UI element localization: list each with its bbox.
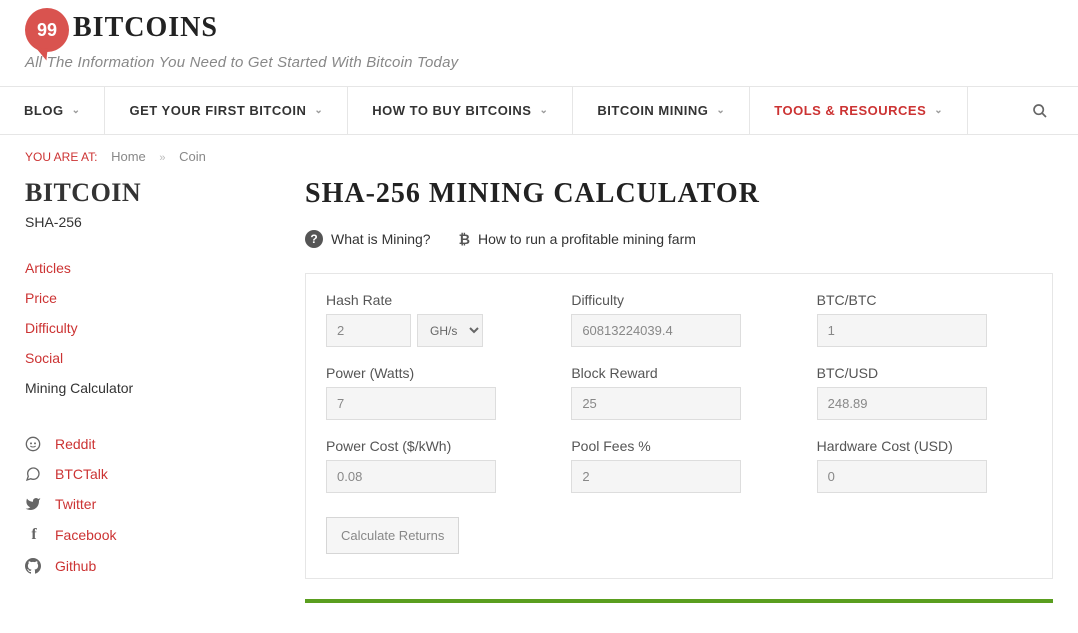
breadcrumb: YOU ARE AT: Home » Coin xyxy=(0,135,1078,178)
field-btc-btc: BTC/BTC xyxy=(817,292,1032,347)
sidebar: BITCOIN SHA-256 Articles Price Difficult… xyxy=(25,178,235,603)
breadcrumb-label: YOU ARE AT: xyxy=(25,150,97,164)
btc-btc-label: BTC/BTC xyxy=(817,292,1032,308)
calculator-title: SHA-256 MINING CALCULATOR xyxy=(305,178,1053,210)
github-icon xyxy=(25,558,43,574)
nav-blog[interactable]: BLOG ⌄ xyxy=(0,87,105,134)
page-title: BITCOIN xyxy=(25,178,235,208)
field-pool-fees: Pool Fees % xyxy=(571,438,786,493)
power-cost-input[interactable] xyxy=(326,460,496,493)
site-header: 99 BITCOINS All The Information You Need… xyxy=(0,0,1078,86)
info-link-label: What is Mining? xyxy=(331,231,431,247)
field-power: Power (Watts) xyxy=(326,365,541,420)
breadcrumb-home[interactable]: Home xyxy=(111,149,146,164)
sidebar-link-social[interactable]: Social xyxy=(25,350,235,366)
main-nav: BLOG ⌄ GET YOUR FIRST BITCOIN ⌄ HOW TO B… xyxy=(0,86,1078,135)
info-links: ? What is Mining? ₿ How to run a profita… xyxy=(305,230,1053,248)
search-icon xyxy=(1032,103,1048,119)
calculator-panel: Hash Rate GH/s Difficulty BTC/BT xyxy=(305,273,1053,579)
sidebar-link-articles[interactable]: Articles xyxy=(25,260,235,276)
social-reddit[interactable]: Reddit xyxy=(25,436,235,452)
field-btc-usd: BTC/USD xyxy=(817,365,1032,420)
social-label: Twitter xyxy=(55,496,96,512)
block-reward-input[interactable] xyxy=(571,387,741,420)
reddit-icon xyxy=(25,436,43,452)
question-icon: ? xyxy=(305,230,323,248)
power-cost-label: Power Cost ($/kWh) xyxy=(326,438,541,454)
chevron-down-icon: ⌄ xyxy=(72,105,81,116)
pool-fees-input[interactable] xyxy=(571,460,741,493)
nav-tools-resources[interactable]: TOOLS & RESOURCES ⌄ xyxy=(750,87,968,134)
hash-rate-input[interactable] xyxy=(326,314,411,347)
nav-label: BLOG xyxy=(24,103,64,118)
what-is-mining-link[interactable]: ? What is Mining? xyxy=(305,230,431,248)
twitter-icon xyxy=(25,496,43,512)
nav-label: HOW TO BUY BITCOINS xyxy=(372,103,531,118)
nav-label: TOOLS & RESOURCES xyxy=(774,103,926,118)
difficulty-label: Difficulty xyxy=(571,292,786,308)
btc-usd-label: BTC/USD xyxy=(817,365,1032,381)
sidebar-link-difficulty[interactable]: Difficulty xyxy=(25,320,235,336)
hash-rate-label: Hash Rate xyxy=(326,292,541,308)
power-label: Power (Watts) xyxy=(326,365,541,381)
info-link-label: How to run a profitable mining farm xyxy=(478,231,696,247)
accent-bar xyxy=(305,599,1053,603)
chat-icon xyxy=(25,466,43,482)
site-logo[interactable]: 99 BITCOINS xyxy=(25,8,1053,52)
sidebar-subtitle: SHA-256 xyxy=(25,214,235,230)
nav-label: BITCOIN MINING xyxy=(597,103,708,118)
block-reward-label: Block Reward xyxy=(571,365,786,381)
breadcrumb-current: Coin xyxy=(179,149,206,164)
facebook-icon: f xyxy=(25,526,43,544)
logo-text: BITCOINS xyxy=(73,12,218,44)
chevron-down-icon: ⌄ xyxy=(314,105,323,116)
main-content: SHA-256 MINING CALCULATOR ? What is Mini… xyxy=(305,178,1053,603)
field-difficulty: Difficulty xyxy=(571,292,786,347)
bitcoin-icon: ₿ xyxy=(459,231,470,247)
social-facebook[interactable]: f Facebook xyxy=(25,526,235,544)
social-label: Facebook xyxy=(55,527,116,543)
profitable-farm-link[interactable]: ₿ How to run a profitable mining farm xyxy=(459,230,696,248)
sidebar-link-calculator: Mining Calculator xyxy=(25,380,235,396)
sidebar-link-price[interactable]: Price xyxy=(25,290,235,306)
calculate-button[interactable]: Calculate Returns xyxy=(326,517,459,554)
breadcrumb-separator: » xyxy=(159,152,165,164)
pool-fees-label: Pool Fees % xyxy=(571,438,786,454)
social-label: Reddit xyxy=(55,436,95,452)
field-block-reward: Block Reward xyxy=(571,365,786,420)
hardware-cost-label: Hardware Cost (USD) xyxy=(817,438,1032,454)
field-hash-rate: Hash Rate GH/s xyxy=(326,292,541,347)
btc-usd-input[interactable] xyxy=(817,387,987,420)
chevron-down-icon: ⌄ xyxy=(934,105,943,116)
social-twitter[interactable]: Twitter xyxy=(25,496,235,512)
nav-label: GET YOUR FIRST BITCOIN xyxy=(129,103,306,118)
hash-rate-unit-select[interactable]: GH/s xyxy=(417,314,483,347)
chevron-down-icon: ⌄ xyxy=(539,105,548,116)
social-label: BTCTalk xyxy=(55,466,108,482)
nav-mining[interactable]: BITCOIN MINING ⌄ xyxy=(573,87,750,134)
field-hardware-cost: Hardware Cost (USD) xyxy=(817,438,1032,493)
search-button[interactable] xyxy=(1002,103,1078,119)
nav-first-bitcoin[interactable]: GET YOUR FIRST BITCOIN ⌄ xyxy=(105,87,348,134)
chevron-down-icon: ⌄ xyxy=(716,105,725,116)
power-input[interactable] xyxy=(326,387,496,420)
logo-bubble-icon: 99 xyxy=(25,8,69,52)
tagline: All The Information You Need to Get Star… xyxy=(25,54,1053,71)
difficulty-input[interactable] xyxy=(571,314,741,347)
social-label: Github xyxy=(55,558,96,574)
nav-how-to-buy[interactable]: HOW TO BUY BITCOINS ⌄ xyxy=(348,87,573,134)
btc-btc-input[interactable] xyxy=(817,314,987,347)
social-btctalk[interactable]: BTCTalk xyxy=(25,466,235,482)
field-power-cost: Power Cost ($/kWh) xyxy=(326,438,541,493)
social-github[interactable]: Github xyxy=(25,558,235,574)
hardware-cost-input[interactable] xyxy=(817,460,987,493)
